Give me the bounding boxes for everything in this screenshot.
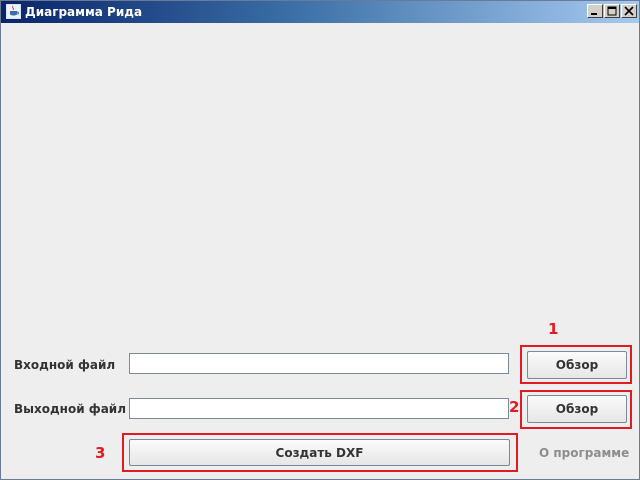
- annotation-number-1: 1: [548, 320, 559, 338]
- input-file-label: Входной файл: [14, 358, 116, 372]
- app-window: Диаграмма Рида Входной файл Обзор Выходн…: [0, 0, 640, 480]
- java-cup-icon: [6, 4, 21, 19]
- output-file-label: Выходной файл: [14, 402, 126, 416]
- annotation-number-2: 2: [509, 398, 520, 416]
- output-browse-button[interactable]: Обзор: [527, 395, 627, 423]
- about-button[interactable]: О программе: [539, 446, 629, 460]
- close-icon[interactable]: [621, 4, 637, 18]
- create-dxf-button[interactable]: Создать DXF: [129, 439, 510, 466]
- window-title: Диаграмма Рида: [25, 5, 143, 19]
- maximize-icon[interactable]: [604, 4, 620, 18]
- input-browse-button[interactable]: Обзор: [527, 351, 627, 379]
- window-controls: [586, 4, 637, 18]
- minimize-icon[interactable]: [587, 4, 603, 18]
- input-file-field[interactable]: [129, 353, 509, 374]
- title-bar[interactable]: Диаграмма Рида: [1, 1, 639, 23]
- annotation-number-3: 3: [95, 444, 106, 462]
- output-file-field[interactable]: [129, 398, 509, 419]
